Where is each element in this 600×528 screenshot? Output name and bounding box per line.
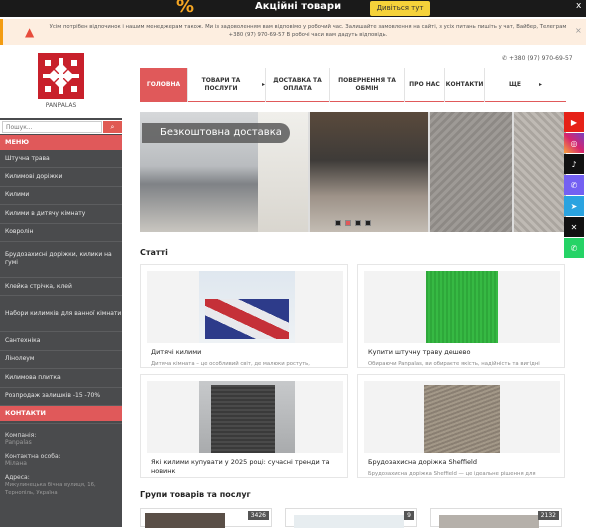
x-icon[interactable]: ✕ bbox=[564, 217, 584, 237]
sidebar-menu: Штучна трава Килимові доріжки Килими Кил… bbox=[0, 150, 122, 425]
article-title[interactable]: Які килими купувати у 2025 році: сучасні… bbox=[151, 458, 341, 476]
article-image bbox=[364, 271, 560, 343]
chevron-right-icon: ▸ bbox=[539, 81, 543, 88]
slide-image-carpet bbox=[430, 112, 512, 232]
main-nav: ГОЛОВНА ТОВАРИ ТА ПОСЛУГИ ▸ ДОСТАВКА ТА О… bbox=[140, 68, 566, 102]
promo-banner[interactable]: % Акційні товари Дивіться тут x bbox=[0, 0, 586, 17]
sidebar-item-artificial-grass[interactable]: Штучна трава bbox=[0, 150, 122, 169]
tiktok-icon[interactable]: ♪ bbox=[564, 154, 584, 174]
person-label: Контактна особа: bbox=[5, 453, 61, 460]
sidebar-item-carpet-runners[interactable]: Килимові доріжки bbox=[0, 168, 122, 187]
notice-text: Усім потрібен відпочинок і нашим менедже… bbox=[49, 24, 567, 38]
menu-heading: МЕНЮ bbox=[0, 135, 122, 150]
nav-item-products[interactable]: ТОВАРИ ТА ПОСЛУГИ ▸ bbox=[188, 68, 266, 102]
nav-item-home[interactable]: ГОЛОВНА bbox=[140, 68, 188, 102]
article-card[interactable]: Купити штучну траву дешево Обираючи Panp… bbox=[357, 264, 565, 368]
articles-heading: Статті bbox=[140, 248, 168, 257]
sidebar-item-plumbing[interactable]: Сантехніка bbox=[0, 332, 122, 351]
header-phone-text: +380 (97) 970-69-57 bbox=[508, 55, 573, 62]
sidebar-item-bath-mat-sets[interactable]: Набори килимків для ванної кімнати bbox=[0, 296, 122, 333]
slider-dot-active[interactable] bbox=[345, 220, 351, 226]
group-card[interactable]: 3426 bbox=[140, 508, 272, 528]
youtube-icon[interactable]: ▶ bbox=[564, 112, 584, 132]
nav-item-products-label: ТОВАРИ ТА ПОСЛУГИ bbox=[201, 77, 241, 92]
article-card[interactable]: Які килими купувати у 2025 році: сучасні… bbox=[140, 374, 348, 478]
article-desc: Обираючи Panpalas, ви обираєте якість, н… bbox=[368, 361, 540, 367]
warning-icon: ▲ bbox=[25, 25, 35, 39]
nav-item-contacts[interactable]: КОНТАКТИ bbox=[445, 68, 485, 102]
contacts-heading: КОНТАКТИ bbox=[0, 406, 122, 421]
sidebar-item-tape-glue[interactable]: Клейка стрічка, клей bbox=[0, 278, 122, 297]
sidebar-item-carpet-tiles[interactable]: Килимова плитка bbox=[0, 369, 122, 388]
sidebar-item-kids-carpets[interactable]: Килими в дитячу кімнату bbox=[0, 205, 122, 224]
sidebar-item-dirt-mats[interactable]: Брудозахисні доріжки, килики на гумі bbox=[0, 242, 122, 278]
promo-title: Акційні товари bbox=[255, 1, 342, 12]
article-image bbox=[147, 271, 343, 343]
telegram-icon[interactable]: ➤ bbox=[564, 196, 584, 216]
sidebar-item-sale[interactable]: Розпродаж залишків -15 -70% bbox=[0, 388, 122, 406]
article-title[interactable]: Купити штучну траву дешево bbox=[368, 348, 558, 357]
search-icon[interactable]: ⌕ bbox=[103, 121, 122, 133]
notice-close-button[interactable]: × bbox=[575, 26, 582, 35]
sidebar: PANPALAS ⌕ МЕНЮ Штучна трава Килимові до… bbox=[0, 45, 122, 527]
slide-image-livingroom bbox=[310, 112, 428, 232]
groups-heading: Групи товарів та послуг bbox=[140, 490, 251, 499]
article-title[interactable]: Брудозахисна доріжка Sheffield bbox=[368, 458, 558, 467]
article-card[interactable]: Брудозахисна доріжка Sheffield Брудозахи… bbox=[357, 374, 565, 478]
sidebar-item-linoleum[interactable]: Лінолеум bbox=[0, 351, 122, 370]
article-image bbox=[364, 381, 560, 453]
slider-dot[interactable] bbox=[355, 220, 361, 226]
contact-info: Компанія: Panpalas Контактна особа: Міла… bbox=[5, 430, 120, 504]
nav-item-more-label: ЩЕ bbox=[508, 81, 522, 88]
percent-icon: % bbox=[176, 0, 195, 17]
address-value: Микулинецька бічна вулиця, 16, Тернопіль… bbox=[5, 482, 96, 496]
slider-dot[interactable] bbox=[365, 220, 371, 226]
group-count-badge: 9 bbox=[404, 511, 414, 520]
phone-icon: ✆ bbox=[502, 55, 508, 62]
search-input[interactable] bbox=[2, 121, 102, 133]
article-title[interactable]: Дитячі килими bbox=[151, 348, 341, 357]
slider-dot[interactable] bbox=[335, 220, 341, 226]
address-label: Адреса: bbox=[5, 474, 30, 481]
person-value: Мілана bbox=[5, 460, 27, 467]
slider-caption: Безкоштовна доставка bbox=[142, 123, 290, 143]
promo-close-button[interactable]: x bbox=[576, 1, 581, 11]
whatsapp-icon[interactable]: ✆ bbox=[564, 238, 584, 258]
logo-area[interactable]: PANPALAS bbox=[0, 45, 122, 118]
nav-item-more[interactable]: ЩЕ ▸ bbox=[485, 68, 566, 102]
nav-item-about[interactable]: ПРО НАС bbox=[405, 68, 445, 102]
company-value: Panpalas bbox=[5, 439, 32, 446]
group-card[interactable]: 2132 bbox=[430, 508, 562, 528]
viber-icon[interactable]: ✆ bbox=[564, 175, 584, 195]
nav-item-returns[interactable]: ПОВЕРНЕННЯ ТА ОБМІН bbox=[330, 68, 405, 102]
group-count-badge: 3426 bbox=[247, 511, 269, 520]
nav-item-delivery[interactable]: ДОСТАВКА ТА ОПЛАТА bbox=[266, 68, 330, 102]
sidebar-item-carpets[interactable]: Килими bbox=[0, 187, 122, 206]
social-buttons: ▶ ◎ ♪ ✆ ➤ ✕ ✆ bbox=[564, 112, 584, 259]
header-phone[interactable]: ✆ +380 (97) 970-69-57 bbox=[502, 55, 573, 62]
group-card[interactable]: 9 bbox=[285, 508, 417, 528]
search-bar: ⌕ bbox=[0, 120, 122, 134]
sidebar-item-carpeting[interactable]: Ковролін bbox=[0, 224, 122, 242]
group-count-badge: 2132 bbox=[537, 511, 559, 520]
article-image bbox=[147, 381, 343, 453]
instagram-icon[interactable]: ◎ bbox=[564, 133, 584, 153]
logo-icon[interactable] bbox=[38, 53, 84, 99]
promo-button[interactable]: Дивіться тут bbox=[370, 1, 430, 16]
notice-bar: ▲ Усім потрібен відпочинок і нашим менед… bbox=[0, 19, 586, 45]
company-label: Компанія: bbox=[5, 432, 37, 439]
slide-image-carpet-2 bbox=[514, 112, 566, 232]
chevron-right-icon: ▸ bbox=[261, 81, 265, 88]
hero-slider[interactable]: Безкоштовна доставка bbox=[140, 112, 566, 232]
logo-text: PANPALAS bbox=[45, 102, 77, 109]
article-desc: Брудозахисна доріжка Sheffield — це ідеа… bbox=[368, 471, 536, 477]
article-desc: Дитяча кімната – це особливий світ, де м… bbox=[151, 361, 310, 367]
slider-dots bbox=[335, 220, 371, 226]
article-card[interactable]: Дитячі килими Дитяча кімната – це особли… bbox=[140, 264, 348, 368]
